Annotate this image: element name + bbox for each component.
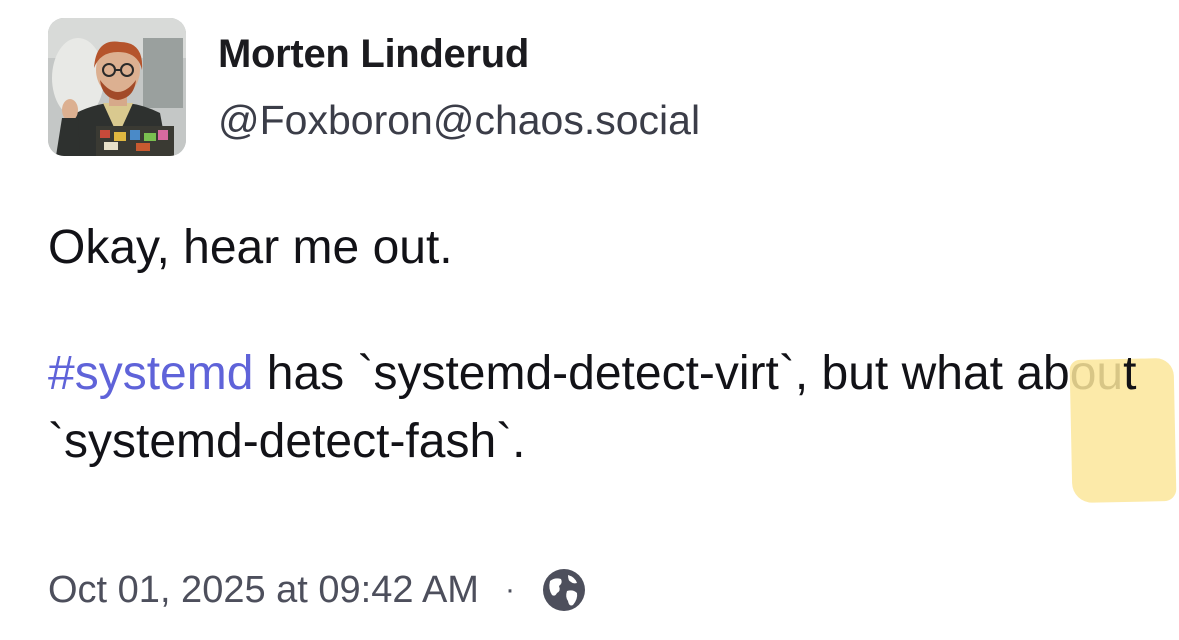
- post-text-end: .: [512, 415, 526, 468]
- globe-icon: [541, 567, 587, 613]
- author-display-name[interactable]: Morten Linderud: [218, 30, 529, 78]
- post-line-intro: Okay, hear me out.: [48, 221, 453, 274]
- post-paragraph: #systemd has `systemd-detect-virt`, but …: [48, 340, 1148, 476]
- post-text: has `systemd-detect-virt`, but what abou: [253, 347, 1124, 400]
- post-timestamp[interactable]: Oct 01, 2025 at 09:42 AM: [48, 569, 479, 612]
- meta-separator: ·: [504, 573, 515, 606]
- post-content: Okay, hear me out. #systemd has `systemd…: [48, 214, 1148, 476]
- avatar-photo: [48, 18, 186, 156]
- hashtag-link[interactable]: #systemd: [48, 347, 253, 400]
- avatar[interactable]: [48, 18, 186, 156]
- author-handle[interactable]: @Foxboron@chaos.social: [218, 96, 700, 144]
- post-meta: Oct 01, 2025 at 09:42 AM ·: [48, 565, 587, 615]
